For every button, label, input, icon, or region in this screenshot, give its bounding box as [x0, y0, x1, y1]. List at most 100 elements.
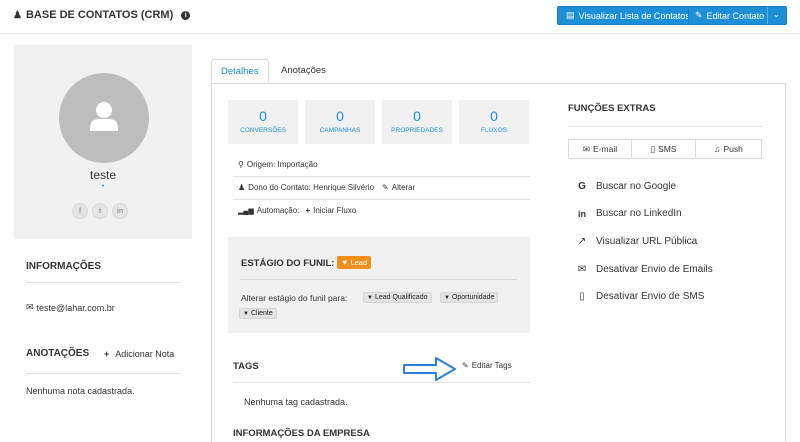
arrow-right-icon	[403, 357, 456, 381]
search-linkedin-link[interactable]: in Buscar no LinkedIn	[577, 208, 682, 219]
email-channel-button[interactable]: ✉ E-mail	[568, 139, 632, 159]
edit-contact-button[interactable]: ✎ Editar Contato ⌄	[688, 6, 787, 25]
stat-label: PROPRIEDADES	[391, 127, 443, 134]
user-silhouette-icon	[90, 102, 118, 131]
pencil-icon: ✎	[462, 361, 469, 370]
notes-heading: ANOTAÇÕES	[26, 348, 90, 359]
social-links: f t in	[72, 203, 128, 219]
divider	[233, 382, 530, 383]
automation-row: ▂▄▆ Automação: + Iniciar Fluxo	[238, 206, 356, 215]
divider	[233, 199, 530, 200]
owner-text: Dono do Contato: Henrique Silvério	[248, 183, 375, 192]
dropdown-divider	[767, 7, 768, 24]
funnel-heading: ESTÁGIO DO FUNIL:	[241, 258, 335, 269]
start-flow-link[interactable]: Iniciar Fluxo	[313, 206, 356, 215]
tab-notes[interactable]: Anotações	[272, 59, 335, 83]
extra-item-label: Desativar Envio de Emails	[596, 264, 713, 275]
stat-conversions[interactable]: 0 CONVERSÕES	[228, 100, 298, 144]
divider	[26, 373, 180, 374]
avatar	[59, 73, 149, 163]
chevron-down-icon[interactable]: ⌄	[773, 10, 780, 19]
funnel-option-qualified-lead[interactable]: ▼ Lead Qualificado	[363, 292, 432, 303]
envelope-icon: ✉	[582, 143, 591, 154]
stat-campaigns[interactable]: 0 CAMPANHAS	[305, 100, 375, 144]
sms-channel-button[interactable]: ▯ SMS	[632, 139, 696, 159]
channel-toggle-group: ✉ E-mail ▯ SMS ♫ Push	[568, 139, 762, 159]
facebook-icon[interactable]: f	[72, 203, 88, 219]
envelope-icon: ✉	[26, 302, 34, 312]
divider	[233, 176, 530, 177]
channel-label: SMS	[658, 144, 677, 154]
lead-badge-label: Lead	[350, 258, 368, 267]
edit-tags-link[interactable]: ✎ Editar Tags	[462, 361, 512, 370]
divider	[26, 282, 180, 283]
email-row: ✉ teste@lahar.com.br	[26, 302, 115, 313]
twitter-icon[interactable]: t	[92, 203, 108, 219]
channel-label: E-mail	[593, 144, 618, 154]
list-icon: ▤	[566, 10, 575, 20]
divider	[568, 126, 762, 127]
add-note-label: Adicionar Nota	[115, 349, 175, 359]
view-contacts-list-label: Visualizar Lista de Contatos	[578, 10, 690, 21]
info-icon[interactable]: i	[181, 10, 191, 20]
map-marker-icon: ⚲	[238, 160, 244, 169]
stat-label: FLUXOS	[480, 127, 507, 134]
stat-value: 0	[259, 108, 267, 124]
tags-empty-text: Nenhuma tag cadastrada.	[244, 397, 348, 407]
person-icon: ♟	[238, 183, 246, 192]
plus-icon: +	[305, 206, 311, 215]
stat-label: CAMPANHAS	[319, 127, 361, 134]
extra-item-label: Desativar Envio de SMS	[596, 291, 705, 302]
disable-sms-link[interactable]: ▯ Desativar Envio de SMS	[577, 291, 704, 302]
bell-icon: ♫	[714, 144, 721, 154]
stat-label: CONVERSÕES	[240, 127, 286, 134]
extra-item-label: Buscar no Google	[596, 181, 677, 192]
push-channel-button[interactable]: ♫ Push	[696, 139, 762, 159]
contact-name: teste	[89, 168, 116, 182]
company-info-heading: INFORMAÇÕES DA EMPRESA	[233, 428, 370, 439]
stat-flows[interactable]: 0 FLUXOS	[459, 100, 529, 144]
funnel-change-label: Alterar estágio do funil para:	[241, 293, 348, 303]
funnel-option-label: Lead Qualificado	[374, 294, 428, 301]
signal-bars-icon: ▂▄▆	[238, 207, 254, 215]
tab-details[interactable]: Detalhes	[211, 59, 269, 83]
funnel-option-label: Oportunidade	[451, 294, 495, 301]
extra-item-label: Visualizar URL Pública	[596, 236, 698, 247]
mobile-icon: ▯	[579, 291, 585, 302]
funnel-icon: ▼	[367, 294, 373, 301]
extra-item-label: Buscar no LinkedIn	[596, 208, 682, 219]
page-title-text: BASE DE CONTATOS (CRM)	[25, 9, 174, 21]
funnel-option-label: Cliente	[250, 310, 273, 317]
add-note-link[interactable]: + Adicionar Nota	[104, 349, 174, 359]
external-link-icon: ↗	[577, 236, 587, 247]
mobile-icon: ▯	[650, 143, 656, 154]
search-google-link[interactable]: G Buscar no Google	[577, 181, 676, 192]
google-icon: G	[578, 181, 586, 192]
status-dot: •	[101, 183, 105, 190]
stat-properties[interactable]: 0 PROPRIEDADES	[382, 100, 452, 144]
lead-badge: ▼ Lead	[337, 256, 372, 269]
stat-value: 0	[490, 108, 498, 124]
origin-text: Origem: Importação	[246, 160, 318, 169]
funnel-icon: ▼	[444, 294, 450, 301]
linkedin-icon[interactable]: in	[112, 203, 128, 219]
edit-contact-label: Editar Contato	[706, 10, 765, 21]
disable-email-link[interactable]: ✉ Desativar Envio de Emails	[577, 264, 713, 275]
view-public-url-link[interactable]: ↗ Visualizar URL Pública	[577, 236, 697, 247]
funnel-option-client[interactable]: ▼ Cliente	[239, 308, 277, 319]
funnel-icon: ▼	[341, 258, 349, 267]
automation-label: Automação:	[256, 206, 300, 215]
notes-empty-text: Nenhuma nota cadastrada.	[26, 386, 135, 396]
divider	[240, 279, 517, 280]
origin-row: ⚲ Origem: Importação	[238, 160, 318, 169]
email-value: teste@lahar.com.br	[36, 302, 115, 313]
view-contacts-list-button[interactable]: ▤ Visualizar Lista de Contatos	[557, 6, 699, 25]
plus-icon: +	[104, 349, 110, 359]
info-heading: INFORMAÇÕES	[26, 261, 101, 272]
pencil-icon: ✎	[382, 183, 389, 192]
stat-value: 0	[413, 108, 421, 124]
owner-change-link[interactable]: Alterar	[392, 183, 416, 192]
funnel-option-opportunity[interactable]: ▼ Oportunidade	[440, 292, 499, 303]
envelope-icon: ✉	[577, 264, 587, 275]
channel-label: Push	[723, 144, 743, 154]
